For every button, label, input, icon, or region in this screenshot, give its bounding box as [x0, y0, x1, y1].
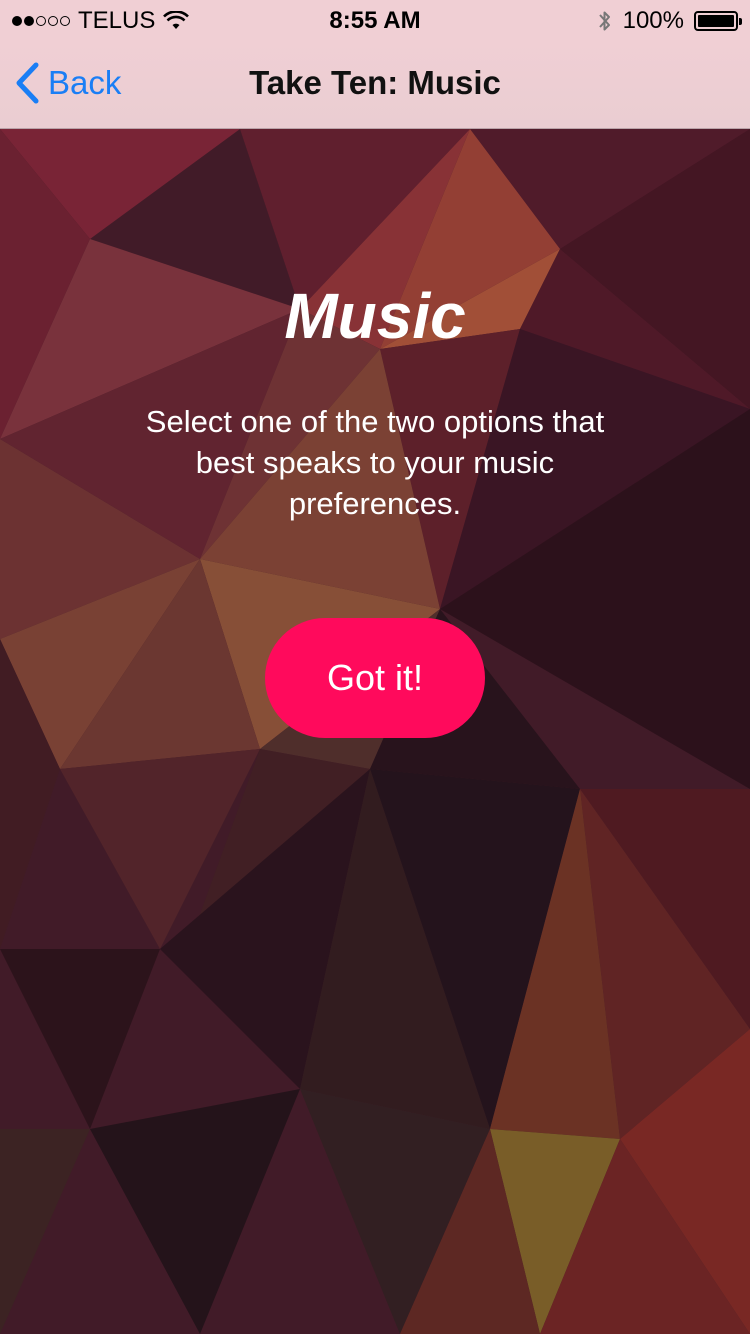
navigation-bar: Back Take Ten: Music	[0, 40, 750, 129]
bluetooth-icon	[598, 11, 610, 31]
description-text: Select one of the two options that best …	[145, 404, 605, 521]
main-content: Music Select one of the two options that…	[0, 129, 750, 1334]
battery-percentage: 100%	[622, 7, 684, 34]
screen: TELUS 8:55 AM 100% Back Take Ten: Music …	[0, 0, 750, 1334]
battery-fill	[698, 15, 734, 27]
headline: Music	[284, 280, 466, 352]
status-right: 100%	[597, 7, 742, 35]
got-it-button[interactable]: Got it!	[265, 618, 485, 738]
status-bar: TELUS 8:55 AM 100%	[0, 0, 750, 40]
battery-icon	[694, 11, 742, 31]
page-title: Take Ten: Music	[249, 64, 501, 101]
